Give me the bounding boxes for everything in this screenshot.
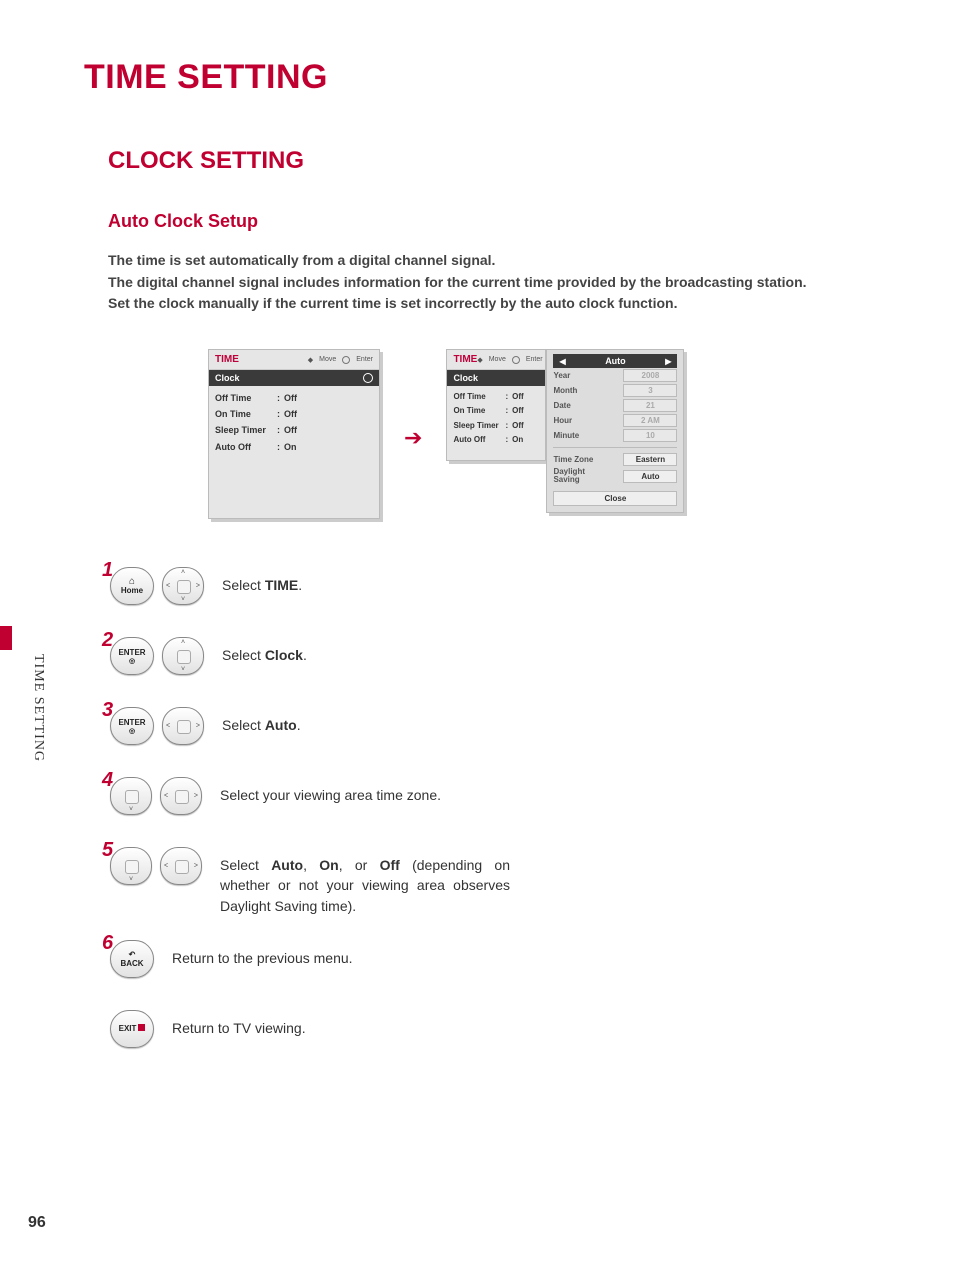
field-month[interactable]: Month3 — [553, 383, 677, 398]
remote-dpad[interactable]: ˄ ˅ ˂ ˃ — [162, 567, 204, 605]
panel-hint: ◆ Move Enter — [477, 356, 542, 364]
subsection-heading: Auto Clock Setup — [108, 211, 894, 232]
remote-back-button[interactable]: ↶ BACK — [110, 940, 154, 978]
menu-item-sleep-timer[interactable]: Sleep Timer:Off — [453, 419, 539, 433]
step-5: 5 ˅ ˂ ˃ Select Auto, On, or Off (dependi… — [102, 847, 894, 916]
chevron-left-icon: ˂ — [166, 583, 170, 590]
step-4: 4 ˅ ˂ ˃ Select your viewing area time zo… — [102, 777, 894, 823]
remote-dpad[interactable]: ˄ ˅ — [162, 637, 204, 675]
step-3: 3 ENTER ◎ ˂ ˃ Select Auto. — [102, 707, 894, 753]
step-number: 3 — [102, 699, 113, 722]
panel-hint: ◆ Move Enter — [308, 356, 373, 364]
chevron-right-icon: ▶ — [665, 357, 671, 366]
remote-dpad[interactable]: ˅ — [110, 847, 152, 885]
chevron-right-icon: ˃ — [194, 793, 198, 800]
chevron-left-icon: ◀ — [559, 357, 565, 366]
chevron-right-icon: ˃ — [194, 863, 198, 870]
remote-home-button[interactable]: ⌂ Home — [110, 567, 154, 605]
chevron-up-icon: ˄ — [181, 569, 185, 576]
remote-enter-button[interactable]: ENTER ◎ — [110, 707, 154, 745]
chevron-right-icon: ˃ — [196, 723, 200, 730]
step-text: Select Auto. — [222, 707, 301, 735]
arrow-right-icon: ➔ — [404, 349, 422, 451]
page-title: TIME SETTING — [84, 58, 894, 97]
chevron-right-icon: ˃ — [196, 583, 200, 590]
step-text: Select Auto, On, or Off (depending on wh… — [220, 847, 510, 916]
remote-dpad[interactable]: ˂ ˃ — [160, 847, 202, 885]
remote-dpad[interactable]: ˂ ˃ — [160, 777, 202, 815]
step-text: Select your viewing area time zone. — [220, 777, 441, 805]
enter-dot-icon — [342, 356, 350, 364]
chevron-down-icon: ˅ — [129, 876, 133, 883]
chevron-up-icon: ˄ — [181, 639, 185, 646]
side-section-label: TIME SETTING — [30, 654, 46, 762]
field-hour[interactable]: Hour2 AM — [553, 413, 677, 428]
step-text: Select TIME. — [222, 567, 302, 595]
chevron-down-icon: ˅ — [129, 806, 133, 813]
instruction-steps: 1 ⌂ Home ˄ ˅ ˂ ˃ Select TIME. 2 — [102, 567, 894, 1056]
remote-dpad[interactable]: ˂ ˃ — [162, 707, 204, 745]
step-number: 2 — [102, 629, 113, 652]
panel-title: TIME — [453, 354, 477, 365]
enter-dot-icon: ◎ — [129, 657, 135, 665]
enter-dot-icon: ◎ — [129, 727, 135, 735]
step-number: 1 — [102, 559, 113, 582]
field-year[interactable]: Year2008 — [553, 368, 677, 383]
menu-item-off-time[interactable]: Off Time:Off — [215, 390, 373, 406]
step-1: 1 ⌂ Home ˄ ˅ ˂ ˃ Select TIME. — [102, 567, 894, 613]
panel-title: TIME — [215, 354, 239, 365]
menu-item-auto-off[interactable]: Auto Off:On — [215, 439, 373, 455]
field-date[interactable]: Date21 — [553, 398, 677, 413]
back-arrow-icon: ↶ — [129, 950, 136, 959]
dpad-icon: ◆ — [477, 356, 482, 364]
time-menu-panel: TIME ◆ Move Enter Clock Off Time:Off On … — [208, 349, 380, 519]
menu-item-auto-off[interactable]: Auto Off:On — [453, 433, 539, 447]
chevron-down-icon: ˅ — [181, 666, 185, 673]
step-text: Select Clock. — [222, 637, 307, 665]
step-number: 6 — [102, 932, 113, 955]
menu-item-on-time[interactable]: On Time:Off — [215, 406, 373, 422]
dpad-icon: ◆ — [308, 356, 313, 364]
menu-item-on-time[interactable]: On Time:Off — [453, 404, 539, 418]
step-exit: EXIT Return to TV viewing. — [102, 1010, 894, 1056]
field-minute[interactable]: Minute10 — [553, 428, 677, 443]
field-timezone[interactable]: Time ZoneEastern — [553, 452, 677, 467]
step-text: Return to the previous menu. — [172, 940, 353, 968]
remote-enter-button[interactable]: ENTER ◎ — [110, 637, 154, 675]
clock-mode-auto[interactable]: ◀ Auto ▶ — [553, 354, 677, 368]
intro-line: The digital channel signal includes info… — [108, 272, 894, 294]
exit-square-icon — [138, 1024, 145, 1031]
intro-text: The time is set automatically from a dig… — [108, 250, 894, 315]
time-menu-panel-detail: TIME ◆ Move Enter Clock Off Time:Off — [446, 349, 546, 461]
field-daylight-saving[interactable]: Daylight SavingAuto — [553, 467, 677, 485]
intro-line: Set the clock manually if the current ti… — [108, 293, 894, 315]
intro-line: The time is set automatically from a dig… — [108, 250, 894, 272]
chevron-left-icon: ˂ — [164, 793, 168, 800]
remote-exit-button[interactable]: EXIT — [110, 1010, 154, 1048]
menu-item-sleep-timer[interactable]: Sleep Timer:Off — [215, 422, 373, 438]
remote-dpad[interactable]: ˅ — [110, 777, 152, 815]
step-6: 6 ↶ BACK Return to the previous menu. — [102, 940, 894, 986]
home-icon: ⌂ — [129, 578, 135, 586]
menu-selected-clock[interactable]: Clock — [209, 370, 379, 386]
ui-illustration-row: TIME ◆ Move Enter Clock Off Time:Off On … — [208, 349, 894, 519]
manual-page: TIME SETTING CLOCK SETTING Auto Clock Se… — [0, 0, 954, 1272]
menu-item-off-time[interactable]: Off Time:Off — [453, 390, 539, 404]
menu-selected-clock[interactable]: Clock — [447, 370, 545, 386]
chevron-left-icon: ˂ — [164, 863, 168, 870]
accent-bar — [0, 626, 12, 650]
clock-detail-panel: ◀ Auto ▶ Year2008 Month3 Date21 Hour2 AM… — [546, 349, 684, 513]
step-2: 2 ENTER ◎ ˄ ˅ Select Clock. — [102, 637, 894, 683]
chevron-down-icon: ˅ — [181, 596, 185, 603]
enter-dot-icon — [512, 356, 520, 364]
radio-icon — [363, 373, 373, 383]
section-heading: CLOCK SETTING — [108, 147, 894, 175]
step-text: Return to TV viewing. — [172, 1010, 306, 1038]
close-button[interactable]: Close — [553, 491, 677, 506]
page-number: 96 — [28, 1214, 46, 1232]
chevron-left-icon: ˂ — [166, 723, 170, 730]
